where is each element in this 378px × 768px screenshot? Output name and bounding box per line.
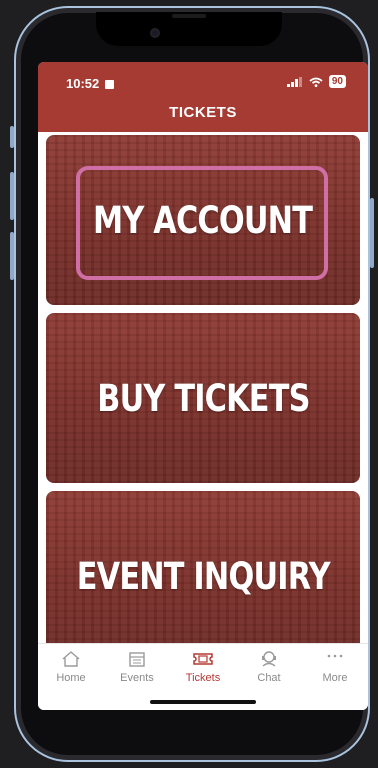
- wifi-icon: [309, 77, 323, 87]
- speaker: [172, 14, 206, 18]
- status-indicators: 90: [286, 75, 346, 88]
- tab-bar: Home Events Tickets Chat More: [38, 643, 368, 710]
- tab-tickets[interactable]: Tickets: [170, 650, 236, 684]
- volume-up-button: [10, 172, 14, 220]
- ticket-icon: [193, 653, 213, 665]
- home-icon: [62, 651, 80, 667]
- calendar-icon: [129, 652, 145, 667]
- tile-label: BUY TICKETS: [96, 376, 310, 420]
- tab-label: Chat: [257, 672, 281, 684]
- battery-level: 90: [328, 75, 346, 88]
- tab-label: Home: [56, 672, 86, 684]
- buy-tickets-tile[interactable]: BUY TICKETS: [46, 313, 360, 483]
- event-inquiry-tile[interactable]: EVENT INQUIRY: [46, 491, 360, 661]
- tab-home[interactable]: Home: [38, 650, 104, 684]
- person-badge-icon: [104, 80, 114, 89]
- tab-chat[interactable]: Chat: [236, 650, 302, 684]
- mute-switch: [10, 126, 14, 148]
- my-account-highlight: [76, 166, 328, 280]
- tab-label: Tickets: [185, 672, 221, 684]
- tab-label: Events: [120, 672, 154, 684]
- tab-events[interactable]: Events: [104, 650, 170, 684]
- more-icon: [327, 654, 343, 658]
- clock: 10:52: [66, 76, 100, 91]
- page-title: TICKETS: [169, 104, 237, 121]
- home-indicator: [150, 700, 256, 704]
- volume-down-button: [10, 232, 14, 280]
- status-time: 10:52: [66, 76, 114, 91]
- power-button: [370, 198, 374, 268]
- tab-label: More: [322, 672, 348, 684]
- chat-icon: [262, 651, 276, 667]
- tab-more[interactable]: More: [302, 650, 368, 684]
- app-header: 10:52 90 TICKETS: [38, 62, 368, 132]
- app-screen: 10:52 90 TICKETS MY ACCOUNT BUY TICKETS: [38, 62, 368, 710]
- tile-label: EVENT INQUIRY: [76, 554, 331, 598]
- signal-icon: [286, 76, 302, 87]
- camera: [150, 28, 160, 38]
